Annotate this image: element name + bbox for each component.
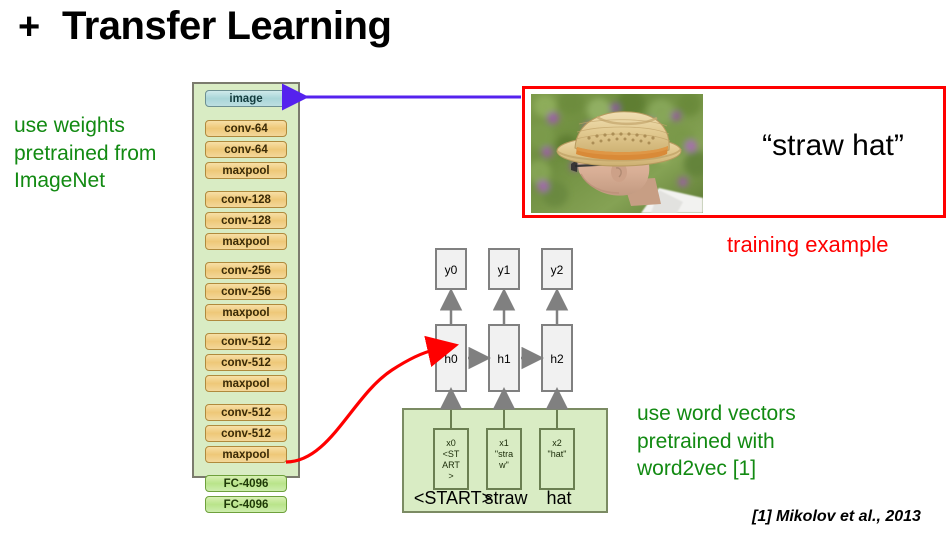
rnn-input-x2: x2 "hat" — [539, 428, 575, 490]
rnn-hidden-to-output-arrows — [439, 288, 569, 325]
rnn-output-y1: y1 — [488, 248, 520, 290]
training-example-caption: “straw hat” — [762, 129, 904, 162]
rnn-input-line: w" — [499, 460, 509, 470]
cnn-layer-conv-256: conv-256 — [205, 283, 287, 300]
cnn-layer-conv-512: conv-512 — [205, 333, 287, 350]
cnn-layer-maxpool: maxpool — [205, 375, 287, 392]
left-annotation-line-1: use weights — [14, 114, 125, 137]
cnn-layer-conv-128: conv-128 — [205, 212, 287, 229]
rnn-hidden-h0: h0 — [435, 324, 467, 392]
cnn-layer-maxpool: maxpool — [205, 304, 287, 321]
rnn-hidden-h2: h2 — [541, 324, 573, 392]
cnn-layer-conv-128: conv-128 — [205, 191, 287, 208]
cnn-layer-fc-4096: FC-4096 — [205, 475, 287, 492]
rnn-output-y0: y0 — [435, 248, 467, 290]
cnn-layer-image: image — [205, 90, 287, 107]
rnn-input-line: ART — [442, 460, 460, 470]
training-example-box: “straw hat” — [522, 86, 946, 218]
left-annotation: use weights pretrained from ImageNet — [14, 112, 194, 195]
rnn-input-line: "hat" — [547, 449, 567, 459]
rnn-input-line: > — [448, 471, 454, 481]
cnn-layer-conv-256: conv-256 — [205, 262, 287, 279]
rnn-input-line: <ST — [442, 449, 460, 459]
rnn-hidden-h1: h1 — [488, 324, 520, 392]
cnn-layer-conv-512: conv-512 — [205, 354, 287, 371]
cnn-layer-maxpool: maxpool — [205, 446, 287, 463]
cnn-layer-conv-512: conv-512 — [205, 404, 287, 421]
right-annotation-line-2: pretrained with — [637, 429, 775, 453]
rnn-input-line: "stra — [494, 449, 514, 459]
cnn-layer-maxpool: maxpool — [205, 233, 287, 250]
rnn-input-line: x0 — [446, 438, 456, 448]
cnn-layer-conv-64: conv-64 — [205, 120, 287, 137]
cnn-layer-maxpool: maxpool — [205, 162, 287, 179]
cnn-layer-stack: image conv-64 conv-64 maxpool conv-128 conv-1… — [192, 82, 300, 513]
rnn-input-line: x1 — [499, 438, 509, 448]
right-annotation: use word vectors pretrained with word2ve… — [637, 400, 867, 483]
rnn-input-x0: x0 <ST ART > — [433, 428, 469, 490]
straw-hat-photo — [531, 94, 703, 213]
training-example-label: training example — [727, 232, 889, 257]
rnn-word-label-2: hat — [546, 488, 572, 508]
rnn-input-line: x2 — [552, 438, 562, 448]
cnn-layer-conv-512: conv-512 — [205, 425, 287, 442]
right-annotation-line-3: word2vec [1] — [637, 457, 757, 481]
left-annotation-line-3: ImageNet — [14, 169, 106, 193]
cnn-layer-conv-64: conv-64 — [205, 141, 287, 158]
rnn-input-x1: x1 "stra w" — [486, 428, 522, 490]
rnn-output-y2: y2 — [541, 248, 573, 290]
page-title: Transfer Learning — [62, 4, 392, 48]
rnn-input-to-hidden-arrows — [439, 387, 569, 410]
cnn-layer-fc-4096: FC-4096 — [205, 496, 287, 513]
title-bullet-plus: + — [18, 6, 41, 48]
citation-text: [1] Mikolov et al., 2013 — [752, 508, 921, 525]
right-annotation-line-1: use word vectors — [637, 402, 796, 425]
left-annotation-line-2: pretrained from — [14, 141, 157, 165]
